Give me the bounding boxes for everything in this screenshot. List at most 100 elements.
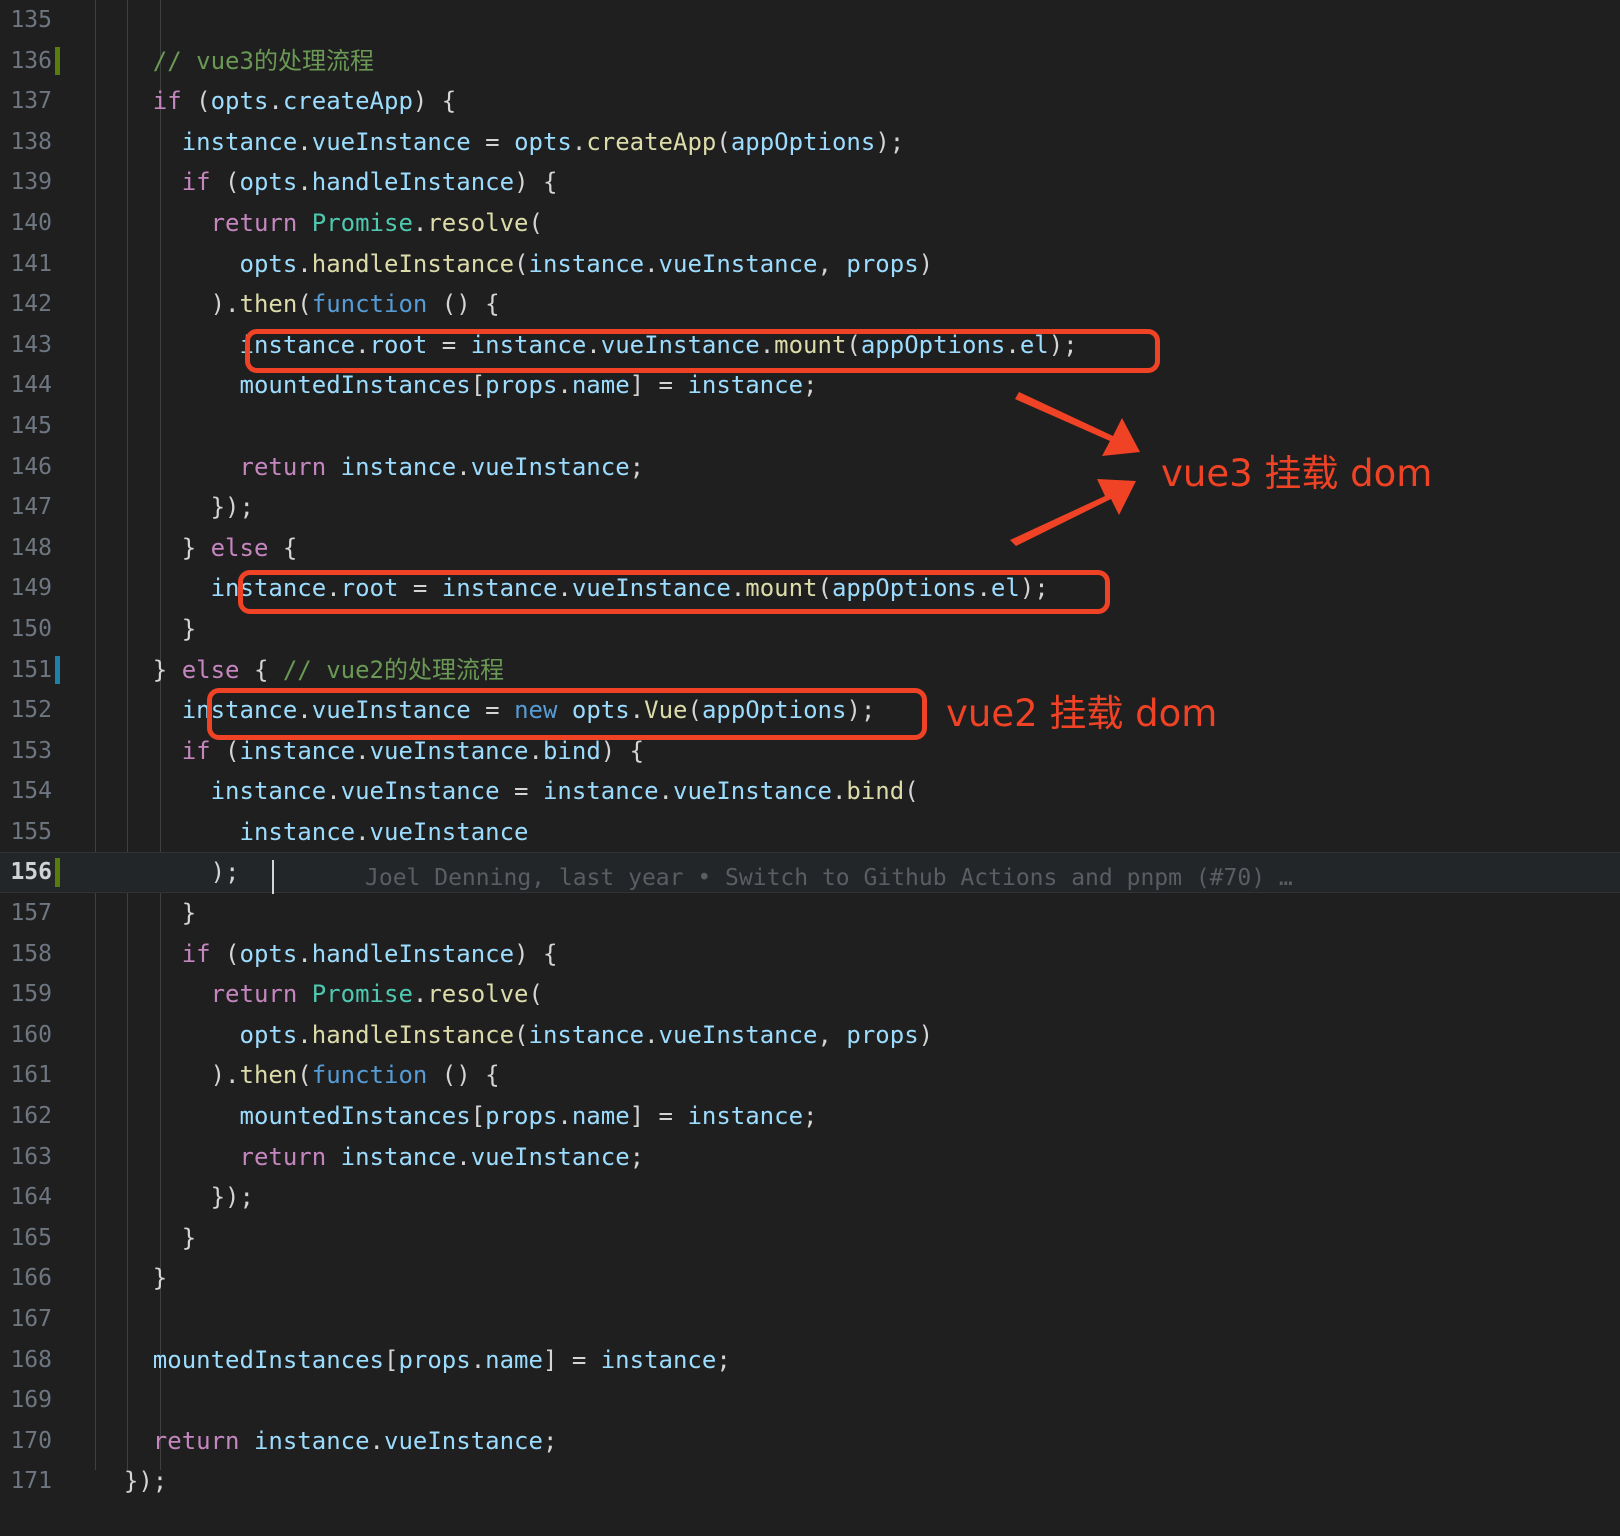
code-text[interactable]: opts.handleInstance(instance.vueInstance…: [95, 1015, 934, 1056]
code-line[interactable]: 138 instance.vueInstance = opts.createAp…: [0, 122, 1620, 163]
code-text[interactable]: instance.vueInstance = opts.createApp(ap…: [95, 122, 905, 163]
code-line[interactable]: 171 });: [0, 1461, 1620, 1502]
code-text[interactable]: mountedInstances[props.name] = instance;: [95, 1340, 731, 1381]
code-editor[interactable]: 135 136 // vue3的处理流程 137 if (opts.createAp…: [0, 0, 1620, 1536]
code-line[interactable]: 165 }: [0, 1218, 1620, 1259]
code-text[interactable]: } else {: [95, 528, 298, 569]
code-text[interactable]: return instance.vueInstance;: [95, 1137, 645, 1178]
code-text[interactable]: mountedInstances[props.name] = instance;: [95, 1096, 818, 1137]
code-line[interactable]: 170 return instance.vueInstance;: [0, 1421, 1620, 1462]
code-text[interactable]: instance.root = instance.vueInstance.mou…: [95, 325, 1078, 366]
code-text[interactable]: }: [95, 1258, 167, 1299]
code-line[interactable]: 150 }: [0, 609, 1620, 650]
code-text[interactable]: });: [95, 1461, 167, 1502]
code-token: ;: [629, 1142, 645, 1171]
code-text[interactable]: ).then(function () {: [95, 284, 500, 325]
line-number: 165: [10, 1224, 52, 1251]
code-text[interactable]: return Promise.resolve(: [95, 203, 543, 244]
code-line[interactable]: 152 instance.vueInstance = new opts.Vue(…: [0, 690, 1620, 731]
code-line[interactable]: 135: [0, 0, 1620, 41]
code-token: =: [499, 777, 543, 806]
code-text[interactable]: if (instance.vueInstance.bind) {: [95, 731, 644, 772]
code-token: vueInstance: [311, 127, 471, 156]
code-line[interactable]: 160 opts.handleInstance(instance.vueInst…: [0, 1015, 1620, 1056]
code-token: (: [904, 777, 919, 806]
code-line[interactable]: 158 if (opts.handleInstance) {: [0, 934, 1620, 975]
code-token: instance: [470, 330, 587, 359]
code-token: .: [730, 574, 746, 603]
code-lines[interactable]: 135 136 // vue3的处理流程 137 if (opts.createAp…: [0, 0, 1620, 1502]
code-text[interactable]: instance.root = instance.vueInstance.mou…: [95, 568, 1049, 609]
code-token: ;: [803, 1102, 818, 1131]
code-token: instance: [687, 371, 804, 400]
code-line[interactable]: 140 return Promise.resolve(: [0, 203, 1620, 244]
code-text[interactable]: ).then(function () {: [95, 1055, 500, 1096]
code-token: (: [514, 249, 529, 278]
code-line[interactable]: 157 }: [0, 893, 1620, 934]
code-token: name: [571, 1102, 630, 1131]
code-text[interactable]: }: [95, 609, 196, 650]
code-line[interactable]: 164 });: [0, 1177, 1620, 1218]
code-line[interactable]: 168 mountedInstances[props.name] = insta…: [0, 1340, 1620, 1381]
gutter-change-marker: [55, 655, 60, 685]
code-text[interactable]: }: [95, 1218, 196, 1259]
code-line[interactable]: 155 instance.vueInstance: [0, 812, 1620, 853]
code-text[interactable]: // vue3的处理流程: [95, 41, 374, 82]
code-line[interactable]: 154 instance.vueInstance = instance.vueI…: [0, 771, 1620, 812]
code-line[interactable]: 146 return instance.vueInstance;: [0, 447, 1620, 488]
code-text[interactable]: instance.vueInstance = new opts.Vue(appO…: [95, 690, 876, 731]
code-text[interactable]: return instance.vueInstance;: [95, 1421, 558, 1462]
code-line[interactable]: 169: [0, 1380, 1620, 1421]
code-token: });: [95, 1183, 254, 1212]
code-token: .: [326, 777, 341, 806]
code-token: .: [297, 1020, 312, 1049]
code-line[interactable]: 141 opts.handleInstance(instance.vueInst…: [0, 244, 1620, 285]
code-text[interactable]: if (opts.handleInstance) {: [95, 162, 558, 203]
code-line[interactable]: 149 instance.root = instance.vueInstance…: [0, 568, 1620, 609]
code-line[interactable]: 163 return instance.vueInstance;: [0, 1137, 1620, 1178]
code-text[interactable]: mountedInstances[props.name] = instance;: [95, 365, 818, 406]
code-token: props: [485, 1102, 558, 1131]
code-line[interactable]: 153 if (instance.vueInstance.bind) {: [0, 731, 1620, 772]
code-line[interactable]: 145: [0, 406, 1620, 447]
code-text[interactable]: opts.handleInstance(instance.vueInstance…: [95, 244, 934, 285]
line-number: 156: [10, 859, 52, 886]
code-text[interactable]: });: [95, 1177, 254, 1218]
code-text[interactable]: });: [95, 487, 254, 528]
code-text[interactable]: instance.vueInstance = instance.vueInsta…: [95, 771, 919, 812]
line-number: 166: [10, 1265, 52, 1292]
code-line[interactable]: 144 mountedInstances[props.name] = insta…: [0, 365, 1620, 406]
code-text[interactable]: instance.vueInstance: [95, 812, 529, 853]
code-token: instance: [181, 127, 298, 156]
code-token: .: [355, 817, 370, 846]
code-line[interactable]: 143 instance.root = instance.vueInstance…: [0, 325, 1620, 366]
code-text[interactable]: if (opts.handleInstance) {: [95, 934, 558, 975]
code-line[interactable]: 139 if (opts.handleInstance) {: [0, 162, 1620, 203]
code-line[interactable]: 142 ).then(function () {: [0, 284, 1620, 325]
code-text[interactable]: return instance.vueInstance;: [95, 447, 645, 488]
code-text[interactable]: } else { // vue2的处理流程: [95, 650, 504, 691]
code-text[interactable]: );: [95, 852, 240, 893]
git-blame-annotation[interactable]: Joel Denning, last year • Switch to Gith…: [365, 858, 1293, 899]
code-token: instance: [340, 1142, 457, 1171]
code-token: ;: [716, 1345, 731, 1374]
code-text[interactable]: }: [95, 893, 196, 934]
code-token: else: [181, 655, 240, 684]
code-line[interactable]: 136 // vue3的处理流程: [0, 41, 1620, 82]
code-line[interactable]: 147 });: [0, 487, 1620, 528]
code-line[interactable]: 137 if (opts.createApp) {: [0, 81, 1620, 122]
code-line[interactable]: 162 mountedInstances[props.name] = insta…: [0, 1096, 1620, 1137]
code-line[interactable]: 151 } else { // vue2的处理流程: [0, 650, 1620, 691]
code-line[interactable]: 148 } else {: [0, 528, 1620, 569]
code-line[interactable]: 159 return Promise.resolve(: [0, 974, 1620, 1015]
code-line[interactable]: 166 }: [0, 1258, 1620, 1299]
code-text[interactable]: if (opts.createApp) {: [95, 81, 456, 122]
code-text[interactable]: return Promise.resolve(: [95, 974, 543, 1015]
code-line[interactable]: 161 ).then(function () {: [0, 1055, 1620, 1096]
code-token: appOptions: [831, 574, 977, 603]
code-line[interactable]: 167: [0, 1299, 1620, 1340]
